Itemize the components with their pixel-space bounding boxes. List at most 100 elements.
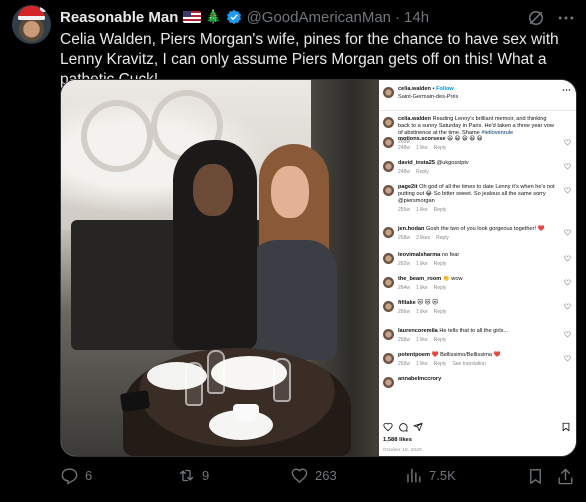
- ig-comment-likes: 1 like: [415, 361, 428, 367]
- photo-wine-glass: [185, 362, 203, 406]
- more-options-icon[interactable]: [556, 8, 576, 28]
- ig-comment-user: david_insta25: [398, 160, 435, 166]
- ig-comment-text: Oh god of all the times to date Lenny it…: [398, 184, 555, 204]
- ig-comment-extra: See translation: [452, 361, 486, 367]
- ig-comment-reply: Reply: [433, 285, 447, 291]
- ig-action-row: [383, 422, 573, 434]
- ig-post-header: celia.walden • Follow Saint-Germain-des-…: [383, 86, 573, 108]
- tweet-action-bar: 6 9 263 7.5K: [60, 466, 578, 488]
- ig-comment-likes: 3 likes: [415, 235, 431, 241]
- ig-comment-meta: 255w 1 like Reply: [398, 207, 558, 214]
- ig-comment-heart-icon: [564, 163, 571, 170]
- ig-follow-button: Follow: [436, 86, 454, 92]
- ig-comment-meta: 268w 1 like Reply: [398, 337, 558, 344]
- ig-heart-icon: [383, 422, 393, 432]
- ig-comment-heart-icon: [564, 187, 571, 194]
- ig-comment-time: 255w: [398, 207, 410, 213]
- ig-comment-reply: Reply: [436, 235, 449, 241]
- ig-comment-reply: Reply: [433, 361, 447, 367]
- ig-comment-heart-icon: [564, 139, 571, 146]
- tweet-header: Reasonable Man 🎄 @GoodAmericanMan · 14h: [60, 8, 429, 26]
- views-count: 7.5K: [429, 468, 456, 483]
- ig-avatar: [383, 87, 394, 98]
- ig-comment-meta: 266w 1 like Reply: [398, 309, 558, 316]
- ig-more-icon: [562, 89, 571, 91]
- ig-share-icon: [413, 422, 423, 432]
- ig-comment-heart-icon: [564, 255, 571, 262]
- ig-comment-meta: 268w 3 likes Reply: [398, 235, 558, 242]
- author-display-name[interactable]: Reasonable Man: [60, 9, 178, 26]
- ig-comment-user: laurencoremila: [398, 328, 438, 334]
- reply-button[interactable]: 6: [60, 466, 92, 485]
- views-button[interactable]: 7.5K: [404, 466, 456, 485]
- ig-comment-meta: 269w 1 like Reply See translation: [398, 361, 558, 368]
- ig-comment-text: ❤️ Bellissimo/Bellissima ❤️: [431, 352, 501, 358]
- verified-badge-icon[interactable]: [226, 9, 242, 25]
- ig-comment-user: motions.scorsese: [398, 136, 446, 142]
- reply-count: 6: [85, 468, 93, 483]
- heart-icon: [291, 468, 308, 484]
- ig-avatar: [383, 117, 394, 128]
- ig-comment-user: jen.hodan: [398, 226, 425, 232]
- ig-post-date: October 10, 2020: [383, 447, 422, 452]
- ig-comment-text: 😻 😻 😻: [417, 300, 438, 306]
- ig-comment-user: page2it: [398, 184, 418, 190]
- like-button[interactable]: 263: [290, 466, 337, 485]
- ig-comment-text: 👏 wow: [442, 276, 463, 282]
- ig-comment-reply: Reply: [433, 207, 447, 213]
- ig-commenter-avatar: [383, 137, 394, 148]
- ig-comment-likes: 1 like: [415, 261, 428, 267]
- ig-commenter-avatar: [383, 353, 394, 364]
- reply-icon: [61, 468, 78, 485]
- tweet-media[interactable]: celia.walden • Follow Saint-Germain-des-…: [60, 79, 577, 457]
- photo-woman-face: [271, 166, 309, 218]
- photo-man-face: [193, 164, 233, 216]
- ig-comment-time: 268w: [398, 235, 410, 241]
- photo-wine-glass: [207, 350, 225, 394]
- tweet-time[interactable]: 14h: [404, 9, 429, 26]
- ig-comment-reply: Reply: [433, 337, 447, 343]
- grok-icon[interactable]: [526, 8, 546, 28]
- ig-comment-reply: Reply: [433, 261, 447, 267]
- instagram-post-panel: celia.walden • Follow Saint-Germain-des-…: [379, 80, 576, 456]
- ig-comment-meta: 248w Reply: [398, 169, 558, 176]
- bookmark-icon[interactable]: [526, 467, 545, 486]
- ig-commenter-avatar: [383, 277, 394, 288]
- author-handle[interactable]: @GoodAmericanMan: [247, 9, 391, 26]
- like-count: 263: [315, 468, 337, 483]
- couple-restaurant-photo: [61, 80, 379, 456]
- ig-location: Saint-Germain-des-Prés: [398, 94, 459, 100]
- ig-comment-user: the_beam_room: [398, 276, 442, 282]
- author-avatar[interactable]: [12, 5, 51, 44]
- santa-hat-pompom: [40, 5, 47, 12]
- repost-count: 9: [202, 468, 210, 483]
- meta-separator: ·: [395, 8, 401, 26]
- ig-commenter-avatar: [383, 301, 394, 312]
- ig-comment-heart-icon: [564, 355, 571, 362]
- ig-username: celia.walden: [398, 86, 431, 92]
- ig-comment-icon: [399, 423, 408, 432]
- ig-comment-meta: 264w 1 like Reply: [398, 285, 558, 292]
- photo-coffee-cup: [233, 404, 259, 422]
- ig-commenter-avatar: [383, 377, 394, 388]
- ig-comment-text: 😆 😆 😆 😆 😆: [447, 136, 483, 142]
- ig-comment-meta: 262w 1 like Reply: [398, 261, 558, 268]
- photo-woman: [247, 240, 337, 360]
- ig-caption-user: celia.walden: [398, 116, 431, 122]
- ig-comment-reply: Reply: [415, 169, 429, 175]
- ig-comment-time: 264w: [398, 285, 410, 291]
- repost-icon: [179, 469, 194, 482]
- ig-comment-likes: 1 like: [415, 145, 428, 151]
- ig-comment-heart-icon: [564, 331, 571, 338]
- ig-commenter-avatar: [383, 161, 394, 172]
- repost-button[interactable]: 9: [177, 466, 209, 485]
- ig-comment-likes: 1 like: [415, 285, 428, 291]
- ig-comment-time: 262w: [398, 261, 410, 267]
- ig-comment-time: 269w: [398, 361, 410, 367]
- ig-comment-time: 248w: [398, 145, 410, 151]
- ig-commenter-avatar: [383, 329, 394, 340]
- ig-comment-reply: Reply: [433, 145, 447, 151]
- ig-likes-count: 1,588 likes: [383, 437, 413, 443]
- ig-commenter-avatar: [383, 227, 394, 238]
- share-icon[interactable]: [556, 467, 575, 486]
